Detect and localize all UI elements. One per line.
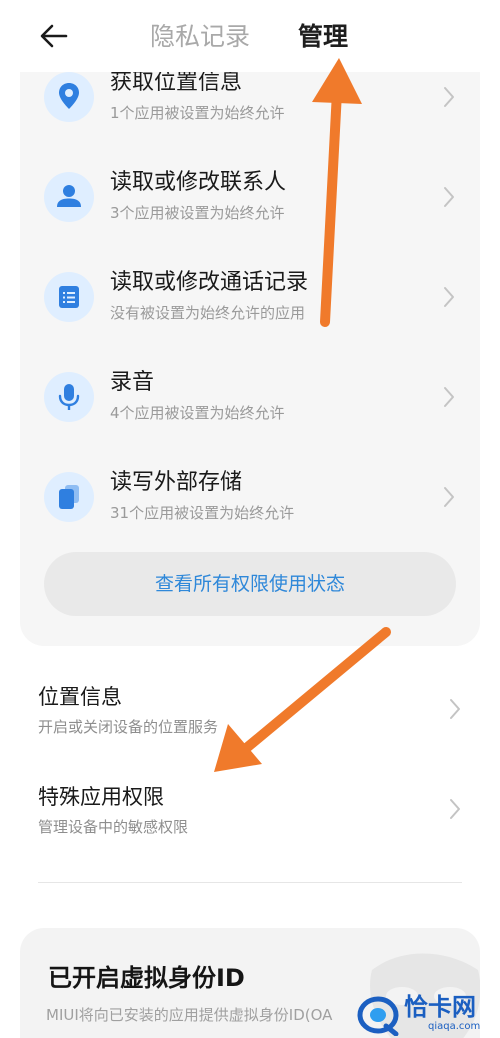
view-all-permissions-button[interactable]: 查看所有权限使用状态 xyxy=(44,552,456,616)
chevron-right-icon xyxy=(450,799,460,819)
setting-subtitle: 管理设备中的敏感权限 xyxy=(38,818,189,836)
microphone-icon xyxy=(44,372,94,422)
permission-title: 读取或修改通话记录 xyxy=(110,270,309,295)
location-pin-icon xyxy=(44,72,94,122)
permission-title: 读写外部存储 xyxy=(110,470,243,495)
chevron-right-icon xyxy=(444,87,454,107)
permission-row-microphone[interactable]: 录音 4个应用被设置为始终允许 xyxy=(20,362,480,462)
permission-title: 读取或修改联系人 xyxy=(110,170,287,195)
watermark-url: qiaqa.com xyxy=(428,1021,481,1032)
section-divider xyxy=(38,882,462,883)
chevron-right-icon xyxy=(450,699,460,719)
back-button[interactable] xyxy=(36,18,72,54)
setting-title: 特殊应用权限 xyxy=(38,785,164,809)
permission-subtitle: 4个应用被设置为始终允许 xyxy=(110,404,285,422)
settings-row-special-app-permissions[interactable]: 特殊应用权限 管理设备中的敏感权限 xyxy=(0,776,500,868)
watermark-name: 恰卡网 xyxy=(404,993,476,1021)
permission-subtitle: 没有被设置为始终允许的应用 xyxy=(110,304,306,322)
permission-title: 录音 xyxy=(110,370,155,395)
storage-files-icon xyxy=(44,472,94,522)
chevron-right-icon xyxy=(444,287,454,307)
permission-row-call-log[interactable]: 读取或修改通话记录 没有被设置为始终允许的应用 xyxy=(20,262,480,362)
virtual-id-description: MIUI将向已安装的应用提供虚拟身份ID(OA xyxy=(46,1006,333,1024)
chevron-right-icon xyxy=(444,187,454,207)
tab-privacy-records[interactable]: 隐私记录 xyxy=(150,20,250,54)
tab-manage[interactable]: 管理 xyxy=(298,20,348,54)
watermark-logo-icon xyxy=(357,996,399,1036)
permission-subtitle: 1个应用被设置为始终允许 xyxy=(110,104,285,122)
permission-row-location[interactable]: 获取位置信息 1个应用被设置为始终允许 xyxy=(20,62,480,162)
chevron-right-icon xyxy=(444,387,454,407)
permission-subtitle: 31个应用被设置为始终允许 xyxy=(110,504,295,522)
contact-person-icon xyxy=(44,172,94,222)
permission-row-contacts[interactable]: 读取或修改联系人 3个应用被设置为始终允许 xyxy=(20,162,480,262)
watermark: 恰卡网 qiaqa.com xyxy=(356,992,500,1038)
setting-title: 位置信息 xyxy=(38,685,122,709)
arrow-left-icon xyxy=(40,24,68,48)
permission-title: 获取位置信息 xyxy=(110,70,243,95)
permission-subtitle: 3个应用被设置为始终允许 xyxy=(110,204,285,222)
settings-row-location-info[interactable]: 位置信息 开启或关闭设备的位置服务 xyxy=(0,676,500,768)
top-bar: 隐私记录 管理 xyxy=(0,0,500,72)
permission-row-storage[interactable]: 读写外部存储 31个应用被设置为始终允许 xyxy=(20,462,480,562)
setting-subtitle: 开启或关闭设备的位置服务 xyxy=(38,718,219,736)
chevron-right-icon xyxy=(444,487,454,507)
call-log-icon xyxy=(44,272,94,322)
virtual-id-title: 已开启虚拟身份ID xyxy=(48,964,245,992)
